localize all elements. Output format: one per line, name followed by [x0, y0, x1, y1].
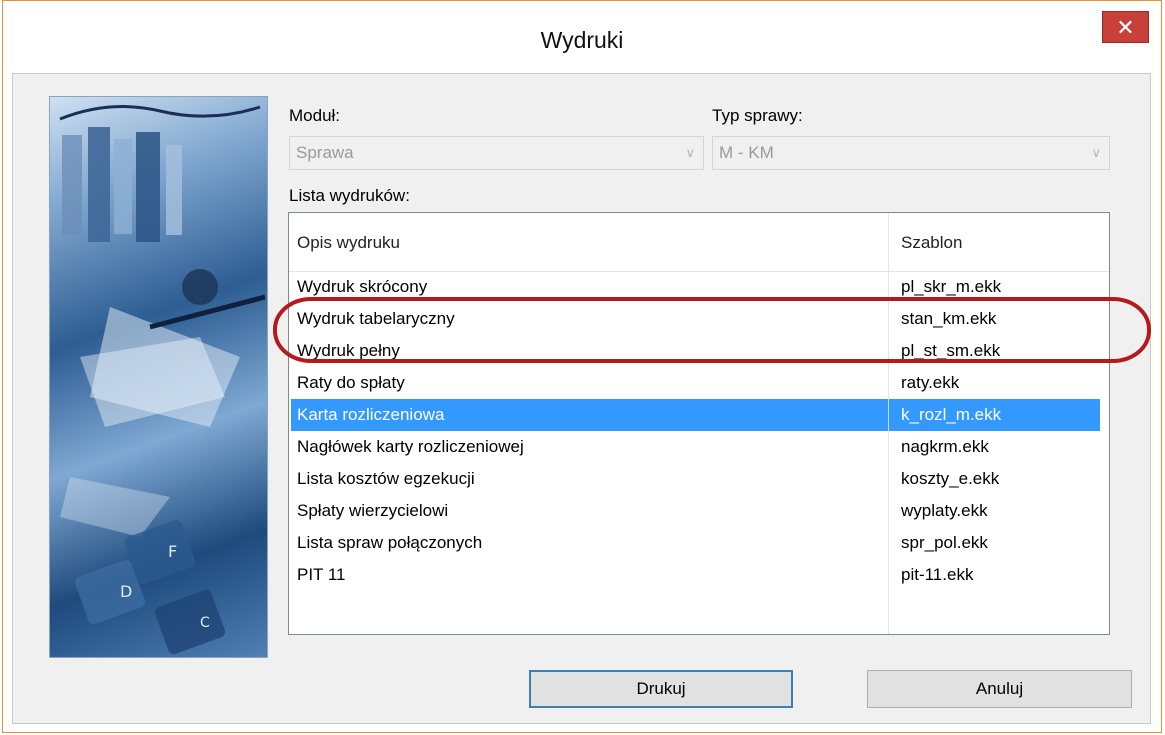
item-template: pit-11.ekk	[901, 565, 974, 584]
list-item[interactable]: PIT 11 pit-11.ekk	[289, 559, 1109, 591]
item-template: nagkrm.ekk	[901, 437, 989, 456]
list-item[interactable]: Raty do spłaty raty.ekk	[289, 367, 1109, 399]
annotation-ellipse	[273, 297, 1151, 363]
chevron-down-icon: ∨	[685, 145, 695, 160]
item-template: raty.ekk	[901, 373, 960, 392]
case-type-value: M - KM	[719, 143, 774, 162]
item-description: Lista kosztów egzekucji	[297, 469, 475, 488]
item-template: koszty_e.ekk	[901, 469, 1000, 488]
case-type-label: Typ sprawy:	[712, 106, 803, 125]
column-separator	[888, 399, 889, 431]
item-description: Lista spraw połączonych	[297, 533, 483, 552]
dialog-window: Wydruki ✕ F D C Moduł: Sprawa ∨ Typ spra…	[2, 0, 1162, 733]
list-item[interactable]: Lista spraw połączonych spr_pol.ekk	[289, 527, 1109, 559]
item-description: Spłaty wierzycielowi	[297, 501, 449, 520]
list-item[interactable]: Lista kosztów egzekucji koszty_e.ekk	[289, 463, 1109, 495]
chevron-down-icon: ∨	[1091, 145, 1101, 160]
module-value: Sprawa	[296, 143, 354, 162]
list-item-selected[interactable]: Karta rozliczeniowa k_rozl_m.ekk	[291, 399, 1100, 431]
print-button[interactable]: Drukuj	[529, 670, 793, 708]
dialog-body: F D C Moduł: Sprawa ∨ Typ sprawy: M - KM…	[12, 73, 1151, 724]
window-title: Wydruki	[540, 27, 624, 53]
column-header-description[interactable]: Opis wydruku	[297, 233, 400, 253]
list-item[interactable]: Spłaty wierzycielowi wyplaty.ekk	[289, 495, 1109, 527]
item-description: Raty do spłaty	[297, 373, 405, 392]
printouts-list[interactable]: Opis wydruku Szablon Wydruk skrócony pl_…	[288, 212, 1110, 635]
module-label: Moduł:	[289, 106, 341, 125]
item-template: k_rozl_m.ekk	[901, 405, 1002, 424]
svg-text:C: C	[200, 615, 210, 631]
item-description: Nagłówek karty rozliczeniowej	[297, 437, 524, 456]
list-label: Lista wydruków:	[289, 186, 410, 205]
close-button[interactable]: ✕	[1102, 11, 1149, 43]
list-item[interactable]: Nagłówek karty rozliczeniowej nagkrm.ekk	[289, 431, 1109, 463]
decorative-image: F D C	[49, 96, 268, 658]
svg-text:D: D	[120, 582, 132, 601]
case-type-select[interactable]: M - KM ∨	[712, 136, 1110, 170]
module-select[interactable]: Sprawa ∨	[289, 136, 704, 170]
column-header-template[interactable]: Szablon	[901, 233, 962, 253]
list-header: Opis wydruku Szablon	[289, 213, 1109, 272]
decorative-image-graphic: F D C	[59, 105, 266, 655]
item-template: wyplaty.ekk	[901, 501, 988, 520]
item-description: Karta rozliczeniowa	[297, 405, 445, 424]
svg-text:F: F	[168, 542, 177, 561]
item-description: PIT 11	[297, 565, 346, 584]
cancel-button[interactable]: Anuluj	[867, 670, 1132, 708]
title-bar: Wydruki ✕	[3, 1, 1161, 73]
item-template: spr_pol.ekk	[901, 533, 988, 552]
